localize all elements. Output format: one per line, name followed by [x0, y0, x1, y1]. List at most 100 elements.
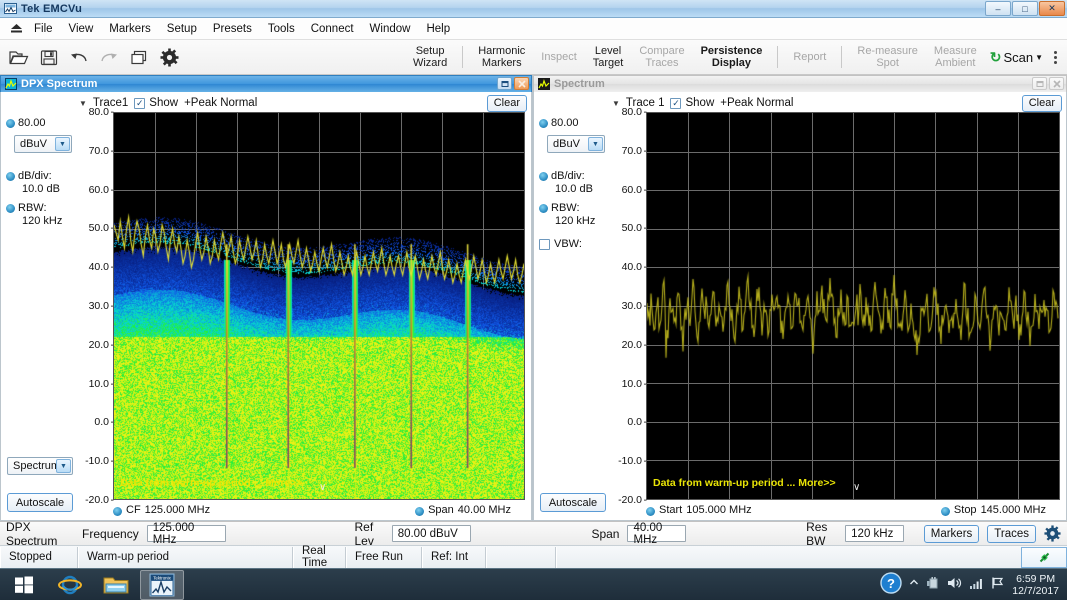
dpx-rbw-value[interactable]: 120 kHz [18, 215, 62, 227]
dpx-unit-combo-wrap[interactable]: dBuV ▼ [14, 135, 72, 153]
markers-button[interactable]: Markers [924, 525, 980, 543]
triangle-down-icon[interactable]: ▼ [612, 99, 620, 108]
scan-button[interactable]: ↻ Scan ▼ [986, 47, 1047, 68]
spectrum-vbw-checkbox[interactable]: VBW: [539, 238, 582, 251]
spectrum-autoscale-wrap[interactable]: Autoscale [540, 493, 606, 512]
spectrum-db-div-item[interactable]: dB/div: 10.0 dB [539, 170, 593, 195]
save-disk-icon[interactable] [35, 43, 63, 71]
spectrum-close-button[interactable] [1049, 77, 1064, 90]
spectrum-ref-level-item[interactable]: 80.00 [539, 117, 579, 130]
spectrum-unit-combo[interactable]: dBuV ▼ [547, 135, 605, 153]
traces-button[interactable]: Traces [987, 525, 1036, 543]
menu-item-setup[interactable]: Setup [159, 20, 205, 38]
eject-icon[interactable] [6, 23, 26, 34]
spectrum-stop-value[interactable]: 145.000 MHz [981, 504, 1046, 516]
menu-item-window[interactable]: Window [362, 20, 419, 38]
close-button[interactable]: ✕ [1039, 1, 1065, 16]
spectrum-vbw-check-box[interactable] [539, 239, 550, 250]
dpx-db-div-value[interactable]: 10.0 dB [18, 183, 60, 195]
windows-start-icon[interactable] [2, 570, 46, 600]
chevron-down-icon[interactable]: ▼ [588, 137, 603, 151]
spectrum-title-bar[interactable]: Spectrum [533, 75, 1067, 92]
spectrum-start-item[interactable]: Start 105.000 MHz [646, 504, 752, 516]
spectrum-autoscale-button[interactable]: Autoscale [540, 493, 606, 512]
spectrum-warning-message[interactable]: Data from warm-up period ... More>> [653, 477, 836, 489]
spectrum-start-value[interactable]: 105.000 MHz [686, 504, 751, 516]
maximize-button[interactable]: □ [1012, 1, 1038, 16]
menu-item-view[interactable]: View [61, 20, 102, 38]
settings-gear-icon[interactable] [1044, 525, 1061, 542]
menu-item-file[interactable]: File [26, 20, 61, 38]
dpx-warning-message[interactable]: Data from warm-up period ... More>> [120, 477, 303, 489]
ref-level-input[interactable]: 80.00 dBuV [392, 525, 472, 542]
settings-gear-icon[interactable] [155, 43, 183, 71]
internet-explorer-icon[interactable] [48, 570, 92, 600]
menu-item-presets[interactable]: Presets [205, 20, 260, 38]
spectrum-ref-level-value[interactable]: 80.00 [551, 117, 579, 130]
taskbar-clock[interactable]: 6:59 PM 12/7/2017 [1012, 573, 1059, 597]
dpx-restore-button[interactable] [497, 77, 512, 90]
spectrum-show-check-box[interactable] [670, 98, 681, 109]
spectrum-vbw-item[interactable]: VBW: [539, 238, 582, 251]
dpx-show-checkbox[interactable]: Show [134, 97, 178, 109]
dpx-plot-canvas[interactable]: Data from warm-up period ... More>> ∨ [113, 112, 525, 500]
usb-device-icon[interactable] [926, 576, 940, 593]
kebab-menu-icon[interactable] [1049, 51, 1062, 64]
action-center-flag-icon[interactable] [991, 576, 1005, 593]
dpx-cf-item[interactable]: CF 125.000 MHz [113, 504, 210, 516]
harmonic-markers-button[interactable]: Harmonic Markers [471, 43, 532, 71]
dpx-rbw-item[interactable]: RBW: 120 kHz [6, 202, 62, 227]
menu-item-markers[interactable]: Markers [101, 20, 159, 38]
dpx-mode-combo[interactable]: Spectrum ▼ [7, 457, 73, 475]
dpx-db-div-item[interactable]: dB/div: 10.0 dB [6, 170, 60, 195]
menu-item-connect[interactable]: Connect [303, 20, 362, 38]
dpx-cf-value[interactable]: 125.000 MHz [145, 504, 210, 516]
spectrum-plot-canvas[interactable]: Data from warm-up period ... More>> ∨ [646, 112, 1060, 500]
spectrum-stop-item[interactable]: Stop 145.000 MHz [941, 504, 1060, 516]
dpx-mode-combo-wrap[interactable]: Spectrum ▼ [7, 457, 73, 475]
spectrum-rbw-value[interactable]: 120 kHz [551, 215, 595, 227]
open-folder-icon[interactable] [5, 43, 33, 71]
dpx-span-item[interactable]: Span 40.00 MHz [415, 504, 525, 516]
chevron-down-icon[interactable]: ▼ [1035, 53, 1043, 62]
dpx-spectrum-title-bar[interactable]: DPX Spectrum [0, 75, 532, 92]
persistence-display-button[interactable]: Persistence Display [694, 43, 770, 71]
dpx-autoscale-wrap[interactable]: Autoscale [7, 493, 73, 512]
triangle-down-icon[interactable]: ▼ [79, 99, 87, 108]
level-target-button[interactable]: Level Target [586, 43, 631, 71]
volume-speaker-icon[interactable] [947, 576, 962, 593]
dpx-autoscale-button[interactable]: Autoscale [7, 493, 73, 512]
span-input[interactable]: 40.00 MHz [627, 525, 686, 542]
menu-item-tools[interactable]: Tools [260, 20, 303, 38]
network-signal-icon[interactable] [969, 577, 984, 593]
green-plug-connected-icon[interactable] [1021, 547, 1067, 568]
menu-item-help[interactable]: Help [418, 20, 458, 38]
dpx-close-button[interactable] [514, 77, 529, 90]
dpx-ref-level-value[interactable]: 80.00 [18, 117, 46, 130]
windows-cascade-icon[interactable] [125, 43, 153, 71]
spectrum-rbw-item[interactable]: RBW: 120 kHz [539, 202, 595, 227]
spectrum-restore-button[interactable] [1032, 77, 1047, 90]
show-hidden-icons-chevron[interactable] [909, 578, 919, 591]
spectrum-clear-button[interactable]: Clear [1022, 95, 1062, 112]
help-question-icon[interactable]: ? [880, 572, 902, 597]
dpx-show-check-box[interactable] [134, 98, 145, 109]
file-explorer-icon[interactable] [94, 570, 138, 600]
tektronix-emcvu-icon[interactable]: Tektronix [140, 570, 184, 600]
spectrum-db-div-value[interactable]: 10.0 dB [551, 183, 593, 195]
y-axis-tick: 20.0 [89, 339, 109, 351]
dpx-span-value[interactable]: 40.00 MHz [458, 504, 511, 516]
frequency-input[interactable]: 125.000 MHz [147, 525, 227, 542]
dpx-unit-combo[interactable]: dBuV ▼ [14, 135, 72, 153]
chevron-down-icon[interactable]: ▼ [55, 137, 70, 151]
undo-icon[interactable] [65, 43, 93, 71]
redo-icon[interactable] [95, 43, 123, 71]
chevron-down-icon[interactable]: ▼ [56, 459, 71, 473]
setup-wizard-button[interactable]: Setup Wizard [406, 43, 454, 71]
dpx-clear-button[interactable]: Clear [487, 95, 527, 112]
spectrum-unit-combo-wrap[interactable]: dBuV ▼ [547, 135, 605, 153]
dpx-ref-level-item[interactable]: 80.00 [6, 117, 46, 130]
spectrum-show-checkbox[interactable]: Show [670, 97, 714, 109]
res-bw-input[interactable]: 120 kHz [845, 525, 904, 542]
minimize-button[interactable]: – [985, 1, 1011, 16]
